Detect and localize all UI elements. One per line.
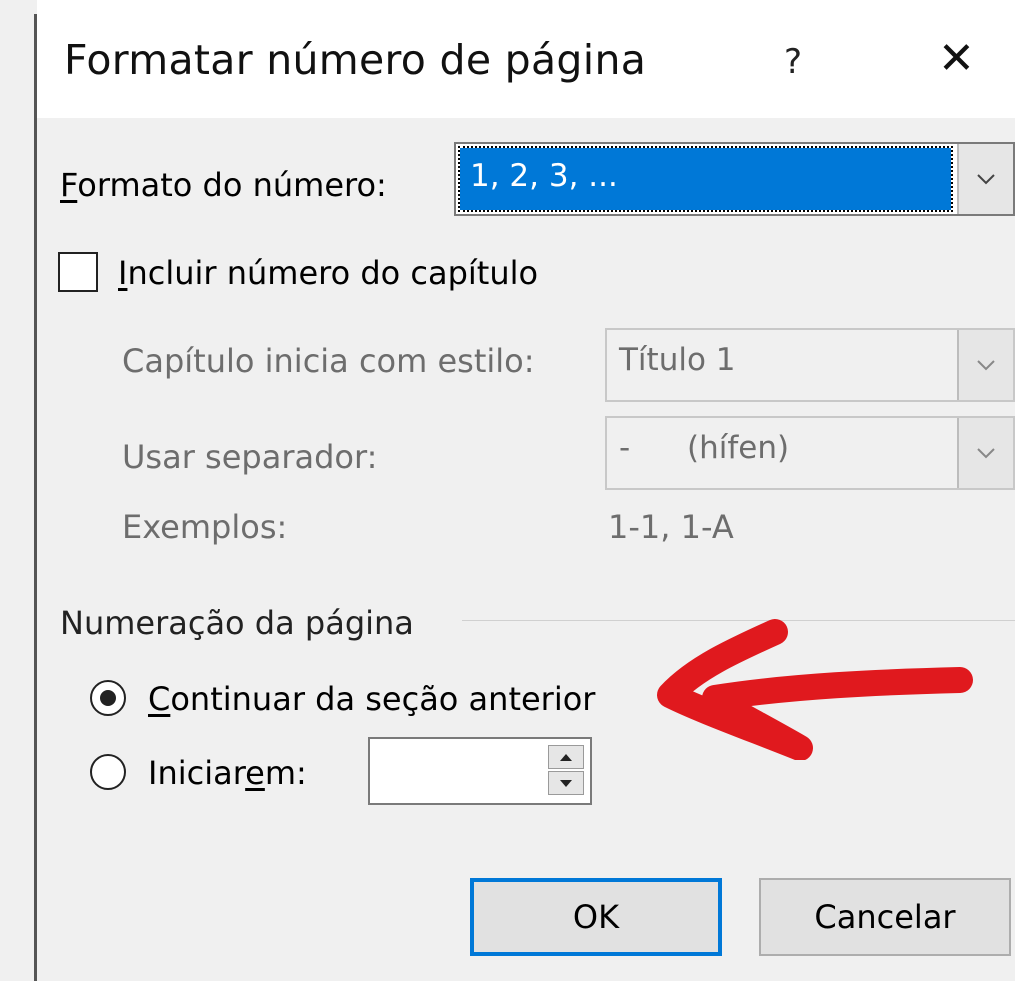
include-chapter-checkbox[interactable] [58,252,98,292]
radio-selected-dot [100,690,116,706]
cancel-button[interactable]: Cancelar [759,878,1011,956]
number-format-label: Formato do número: [60,166,387,204]
chapter-style-label: Capítulo inicia com estilo: [122,342,535,380]
dialog-title: Formatar número de página [64,36,647,84]
start-at-spinner[interactable] [548,745,584,797]
continue-previous-radio[interactable] [90,680,126,716]
examples-label: Exemplos: [122,508,288,546]
continue-previous-label[interactable]: Continuar da seção anterior [148,680,595,718]
chapter-style-dropdown-button[interactable] [957,330,1013,400]
spin-down-button[interactable] [548,771,584,795]
triangle-up-icon [560,753,572,761]
examples-value: 1-1, 1-A [608,508,734,546]
separator-select[interactable]: - (hífen) [605,416,1015,490]
triangle-down-icon [560,779,572,787]
chapter-style-value: Título 1 [619,342,736,378]
start-at-radio[interactable] [90,754,126,790]
number-format-select[interactable]: 1, 2, 3, ... [454,142,1015,216]
separator-label: Usar separador: [122,438,378,476]
spin-up-button[interactable] [548,745,584,769]
chevron-down-icon [977,174,995,185]
separator-dropdown-button[interactable] [957,418,1013,488]
page-numbering-group-label: Numeração da página [60,604,414,642]
number-format-dropdown-button[interactable] [957,144,1013,214]
chevron-down-icon [977,360,995,371]
window-left-border [34,14,37,981]
help-button[interactable]: ? [784,42,802,82]
separator-name: (hífen) [687,430,790,466]
separator-dash: - [619,430,631,466]
close-button[interactable]: ✕ [938,37,975,81]
red-arrow-annotation [657,619,973,760]
ok-button[interactable]: OK [470,878,722,956]
start-at-label[interactable]: Iniciarem: [148,754,307,792]
number-format-value: 1, 2, 3, ... [470,158,618,194]
chapter-style-select[interactable]: Título 1 [605,328,1015,402]
chevron-down-icon [977,448,995,459]
start-at-input[interactable] [368,737,592,805]
include-chapter-label[interactable]: Incluir número do capítulo [118,254,538,292]
